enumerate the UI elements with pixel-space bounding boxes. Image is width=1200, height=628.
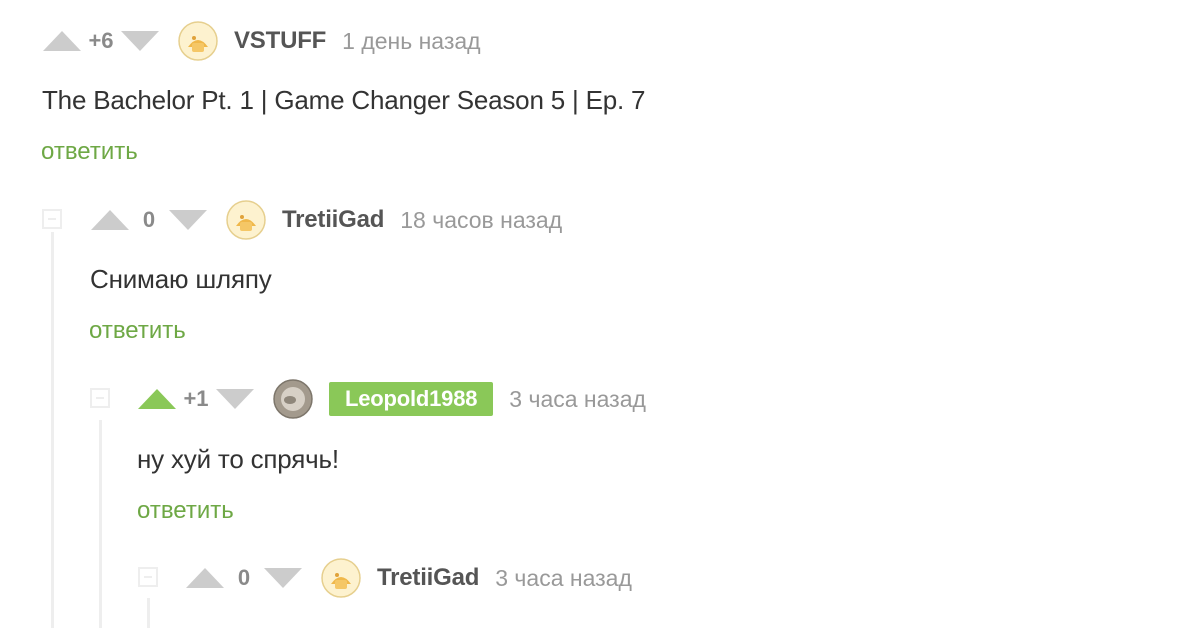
triangle-up-icon [43,31,81,51]
triangle-up-icon [138,389,176,409]
comment-tretiigad-reply: 0 TretiiGad 3 часа назад [0,550,1200,628]
triangle-up-icon [186,568,224,588]
comment-header: +6 VSTUFF 1 день назад [42,21,481,61]
rating-count: +1 [183,386,209,411]
downvote-button[interactable] [263,567,303,589]
rating-count: +6 [88,28,114,53]
username[interactable]: TretiiGad [377,564,479,592]
username[interactable]: Leopold1988 [329,382,494,416]
avatar[interactable] [321,558,361,598]
downvote-button[interactable] [215,388,255,410]
comment-text: ну хуй то спрячь! [137,444,339,474]
upvote-button[interactable] [90,209,130,231]
downvote-button[interactable] [120,30,160,52]
timestamp: 3 часа назад [495,564,632,591]
rating-count: 0 [237,565,251,590]
comment-leopold1988: +1 Leopold1988 3 часа назад ну хуй то сп… [0,370,1200,550]
comment-header: 0 TretiiGad 3 часа назад [185,558,632,598]
reply-link[interactable]: ответить [137,497,234,525]
timestamp: 1 день назад [342,27,481,54]
triangle-down-icon [216,389,254,409]
comment-vstuff: +6 VSTUFF 1 день назад The Bachelor Pt. … [0,0,1200,190]
avatar[interactable] [226,200,266,240]
timestamp: 18 часов назад [400,206,563,233]
username[interactable]: VSTUFF [234,27,326,55]
comment-text: Снимаю шляпу [90,264,272,294]
comment-header: +1 Leopold1988 3 часа назад [137,379,646,419]
timestamp: 3 часа назад [509,385,646,412]
username[interactable]: TretiiGad [282,206,384,234]
triangle-down-icon [169,210,207,230]
upvote-button[interactable] [137,388,177,410]
upvote-button[interactable] [185,567,225,589]
triangle-up-icon [91,210,129,230]
avatar[interactable] [178,21,218,61]
reply-link[interactable]: ответить [41,138,138,166]
upvote-button[interactable] [42,30,82,52]
triangle-down-icon [121,31,159,51]
comment-header: 0 TretiiGad 18 часов назад [90,200,562,240]
downvote-button[interactable] [168,209,208,231]
comment-text: The Bachelor Pt. 1 | Game Changer Season… [42,85,646,115]
comment-tretiigad: 0 TretiiGad 18 часов назад Снимаю шляпу … [0,190,1200,370]
rating-count: 0 [142,207,156,232]
triangle-down-icon [264,568,302,588]
avatar[interactable] [273,379,313,419]
reply-link[interactable]: ответить [89,317,186,345]
